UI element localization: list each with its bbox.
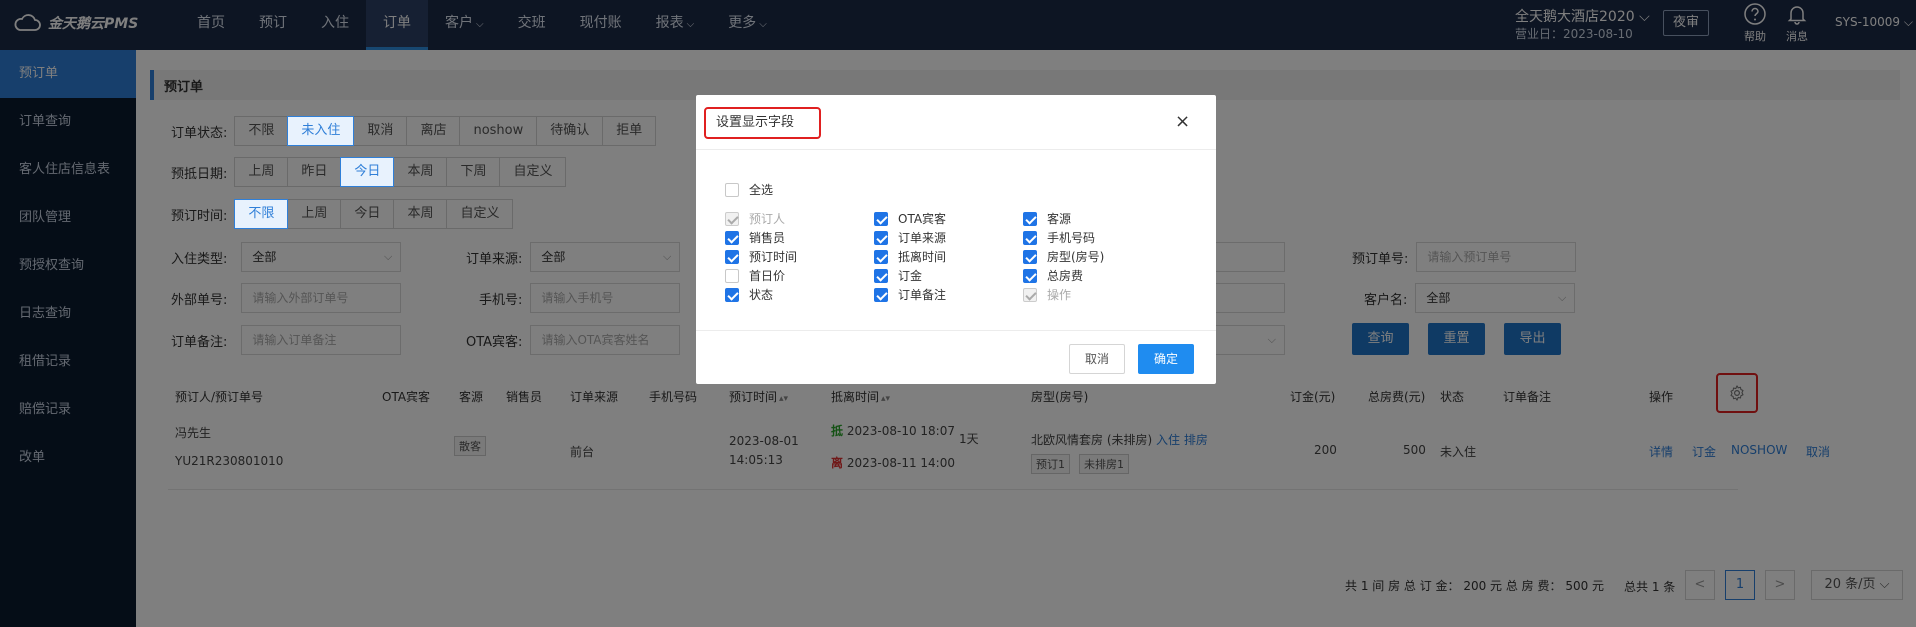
checkbox-box (725, 211, 739, 226)
checkbox-box (874, 268, 888, 283)
field-checkbox[interactable]: OTA宾客 (874, 210, 946, 227)
field-checkbox[interactable]: 订单来源 (874, 229, 946, 246)
select-all-checkbox[interactable]: 全选 (725, 181, 773, 198)
field-checkbox: 操作 (1023, 286, 1071, 303)
field-checkbox-label: 抵离时间 (898, 250, 947, 264)
checkbox-box (874, 249, 888, 264)
checkbox-box (1023, 230, 1037, 245)
field-checkbox[interactable]: 抵离时间 (874, 248, 946, 265)
field-checkbox-label: 客源 (1047, 212, 1072, 226)
field-checkbox-label: 销售员 (749, 231, 786, 245)
dialog-header: 设置显示字段 × (696, 95, 1216, 150)
segment-option[interactable]: 未入住 (287, 116, 355, 146)
field-checkbox-label: 手机号码 (1047, 231, 1096, 245)
dialog-confirm-button[interactable]: 确定 (1138, 344, 1194, 374)
checkbox-box (874, 230, 888, 245)
field-checkbox[interactable]: 状态 (725, 286, 773, 303)
field-checkbox-label: 订单备注 (898, 288, 947, 302)
dialog-title: 设置显示字段 (704, 107, 821, 139)
checkbox-box (1023, 211, 1037, 226)
segment-option[interactable]: 不限 (234, 199, 289, 229)
checkbox-box (725, 287, 739, 302)
field-checkbox[interactable]: 订金 (874, 267, 922, 284)
field-checkbox[interactable]: 首日价 (725, 267, 785, 284)
field-checkbox-label: OTA宾客 (898, 212, 947, 226)
checkbox-box (725, 182, 739, 197)
checkbox-box (1023, 287, 1037, 302)
field-checkbox[interactable]: 手机号码 (1023, 229, 1095, 246)
field-settings-dialog: 设置显示字段 × 全选 预订人 OTA宾客 客源销售员 订单来源 手机号码预订时间 抵离时… (696, 95, 1216, 384)
close-icon[interactable]: × (1175, 111, 1190, 132)
field-checkbox-label: 状态 (749, 288, 774, 302)
checkbox-box (1023, 249, 1037, 264)
checkbox-box (874, 211, 888, 226)
segment-option[interactable]: 今日 (340, 157, 395, 187)
field-checkbox[interactable]: 房型(房号) (1023, 248, 1104, 265)
field-checkbox: 预订人 (725, 210, 785, 227)
field-checkbox[interactable]: 预订时间 (725, 248, 797, 265)
field-checkbox-label: 预订人 (749, 212, 786, 226)
dialog-cancel-button[interactable]: 取消 (1069, 344, 1125, 374)
field-checkbox[interactable]: 客源 (1023, 210, 1071, 227)
checkbox-box (725, 249, 739, 264)
field-checkbox-label: 订金 (898, 269, 923, 283)
checkbox-box (725, 268, 739, 283)
field-checkbox[interactable]: 销售员 (725, 229, 785, 246)
checkbox-box (874, 287, 888, 302)
select-all-label: 全选 (749, 183, 774, 197)
field-checkbox[interactable]: 订单备注 (874, 286, 946, 303)
field-checkbox-label: 总房费 (1047, 269, 1084, 283)
field-checkbox-label: 首日价 (749, 269, 786, 283)
field-checkbox-label: 订单来源 (898, 231, 947, 245)
field-checkbox-label: 预订时间 (749, 250, 798, 264)
dialog-footer: 取消 确定 (696, 330, 1216, 384)
checkbox-box (725, 230, 739, 245)
field-checkbox[interactable]: 总房费 (1023, 267, 1083, 284)
field-checkbox-label: 房型(房号) (1047, 250, 1105, 264)
field-checkbox-label: 操作 (1047, 288, 1072, 302)
checkbox-box (1023, 268, 1037, 283)
